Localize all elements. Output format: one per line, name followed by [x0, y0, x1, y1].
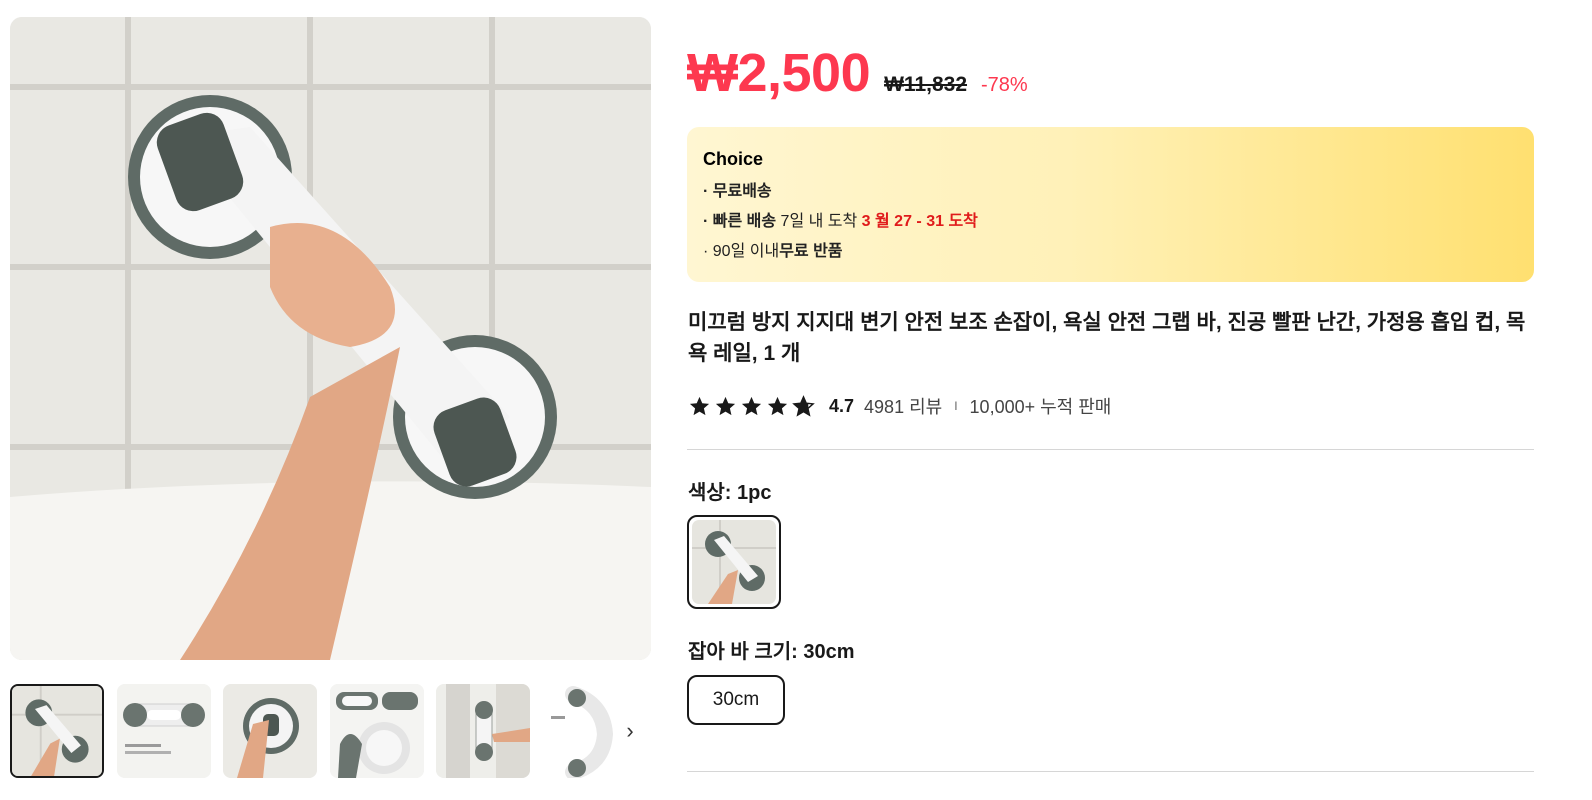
- free-return-label: 무료 반품: [779, 243, 843, 260]
- thumbnail-4[interactable]: [330, 684, 424, 778]
- star-icon: [741, 396, 762, 415]
- divider: [687, 449, 1534, 450]
- star-icon: [689, 396, 710, 415]
- thumbnail-image: [436, 684, 530, 778]
- rating-score: 4.7: [829, 395, 855, 416]
- star-icon: [715, 396, 736, 415]
- product-title: 미끄럼 방지 지지대 변기 안전 보조 손잡이, 욕실 안전 그랩 바, 진공 …: [688, 311, 1526, 365]
- chevron-right-icon[interactable]: ›: [618, 718, 642, 744]
- color-swatch-1pc[interactable]: [687, 515, 781, 609]
- main-product-image[interactable]: [10, 17, 651, 660]
- thumbnail-3[interactable]: [223, 684, 317, 778]
- delivery-date: 3 월 27 - 31 도착: [861, 213, 978, 230]
- free-return-line: · 90일 이내무료 반품: [703, 237, 1518, 267]
- product-photo: [10, 17, 651, 660]
- rating-row: 4.7 4981 리뷰 I 10,000+ 누적 판매: [688, 392, 1111, 420]
- star-half-icon: [792, 394, 815, 417]
- fast-delivery-line: · 빠른 배송 7일 내 도착 3 월 27 - 31 도착: [703, 207, 1518, 237]
- thumbnail-2[interactable]: [117, 684, 211, 778]
- review-count-link[interactable]: 4981 리뷰: [864, 393, 942, 419]
- thumbnail-strip: ›: [10, 684, 650, 778]
- thumbnail-image: [117, 684, 211, 778]
- choice-title: Choice: [703, 149, 764, 169]
- thumbnail-image: [330, 684, 424, 778]
- thumbnail-image: [223, 684, 317, 778]
- fast-delivery-text: 7일 내 도착: [776, 213, 862, 230]
- size-option-30cm[interactable]: 30cm: [687, 675, 785, 725]
- discount-badge: -78%: [981, 74, 1028, 96]
- free-shipping-line: · 무료배송: [703, 177, 1518, 207]
- thumbnail-1[interactable]: [10, 684, 104, 778]
- thumbnail-image: [12, 686, 102, 776]
- price-row: ₩2,500 ₩11,832 -78%: [687, 42, 1028, 106]
- swatch-image: [692, 520, 776, 604]
- color-option-label: 색상: 1pc: [688, 482, 772, 504]
- current-price: ₩2,500: [687, 43, 871, 103]
- rating-stars[interactable]: [688, 394, 815, 418]
- original-price: ₩11,832: [884, 73, 968, 96]
- thumbnail-5[interactable]: [436, 684, 530, 778]
- star-icon: [767, 396, 788, 415]
- rating-separator: I: [954, 399, 958, 413]
- free-shipping-text: · 무료배송: [703, 183, 772, 200]
- free-return-prefix: · 90일 이내: [703, 243, 780, 260]
- sold-count: 10,000+ 누적 판매: [969, 397, 1112, 417]
- divider: [687, 771, 1534, 772]
- fast-delivery-label: · 빠른 배송: [703, 213, 777, 230]
- choice-benefits-box: Choice · 무료배송 · 빠른 배송 7일 내 도착 3 월 27 - 3…: [687, 127, 1534, 282]
- size-option-label: 잡아 바 크기: 30cm: [688, 641, 855, 663]
